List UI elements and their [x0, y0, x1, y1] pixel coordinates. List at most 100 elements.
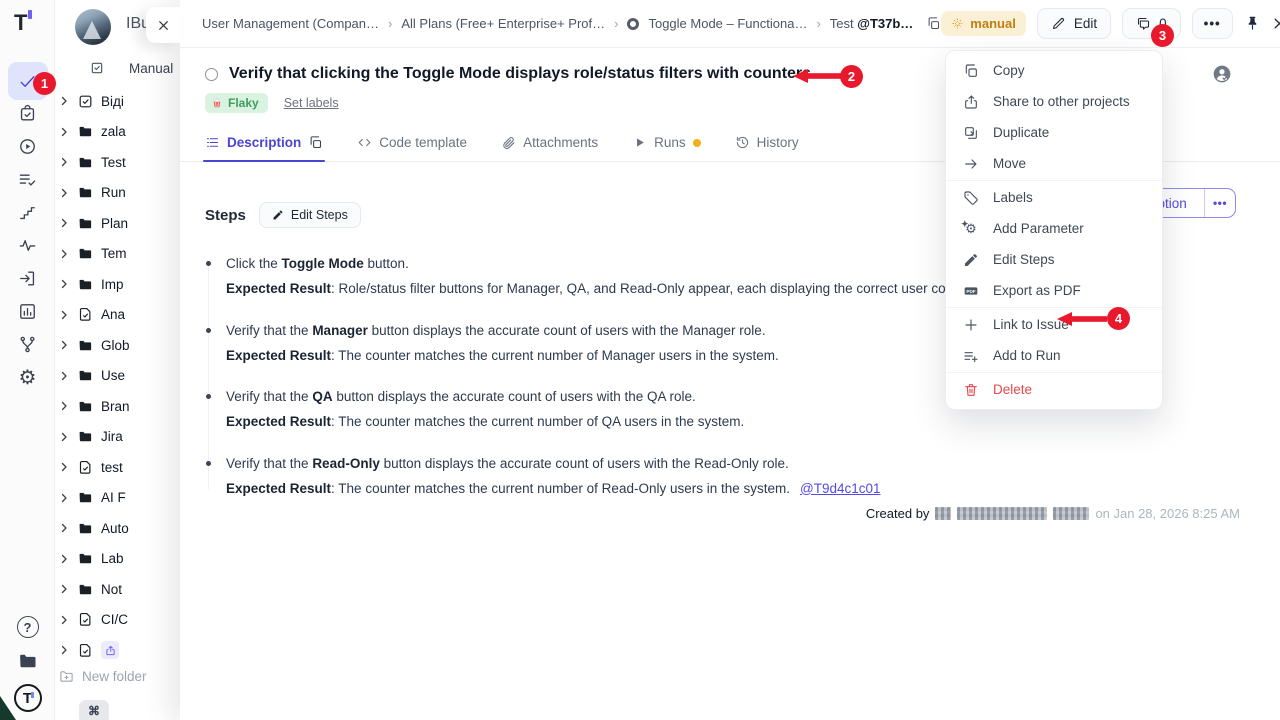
chevron-right-icon[interactable]	[58, 400, 70, 412]
tree-item[interactable]: Not	[55, 574, 180, 605]
chevron-right-icon[interactable]	[58, 248, 70, 260]
tree-item[interactable]: zala	[55, 117, 180, 148]
assignee-icon[interactable]	[1212, 64, 1232, 84]
tree-item[interactable]: AI F	[55, 483, 180, 514]
breadcrumb-plan[interactable]: All Plans (Free+ Enterprise+ Prof…	[401, 16, 605, 31]
tab-code-template[interactable]: Code template	[357, 135, 467, 161]
copy-icon[interactable]	[308, 135, 323, 150]
panel-collapse-button[interactable]	[146, 7, 180, 43]
menu-item-add-parameter[interactable]: ⚙✦ Add Parameter	[946, 213, 1162, 244]
chevron-right-icon[interactable]	[58, 553, 70, 565]
chevron-right-icon[interactable]	[58, 644, 70, 656]
flaky-badge[interactable]: Flaky	[205, 93, 268, 113]
breadcrumb-test[interactable]: Test @T37b…	[830, 16, 914, 31]
tree-item[interactable]: Use	[55, 361, 180, 392]
pin-button[interactable]	[1244, 15, 1261, 32]
tree-item[interactable]: Imp	[55, 269, 180, 300]
rail-item-analytics[interactable]	[8, 295, 48, 328]
tree-item[interactable]	[55, 635, 180, 666]
rail-item-milestones[interactable]	[8, 196, 48, 229]
chevron-right-icon[interactable]	[58, 583, 70, 595]
trash-icon	[963, 382, 979, 398]
rail-item-run-list[interactable]	[8, 163, 48, 196]
task-icon	[78, 94, 93, 109]
chevron-right-icon[interactable]	[58, 492, 70, 504]
tree-item[interactable]: Glob	[55, 330, 180, 361]
chevron-right-icon[interactable]	[58, 339, 70, 351]
tab-attachments[interactable]: Attachments	[501, 135, 598, 161]
breadcrumb-project[interactable]: User Management (Compan…	[202, 16, 379, 31]
tree-item[interactable]: CI/C	[55, 605, 180, 636]
tree-item[interactable]: Run	[55, 178, 180, 209]
chevron-right-icon[interactable]	[58, 614, 70, 626]
tree-item[interactable]: Віді	[55, 86, 180, 117]
menu-item-duplicate[interactable]: Duplicate	[946, 117, 1162, 148]
rail-item-settings[interactable]: ⚙	[8, 361, 48, 394]
help-button[interactable]: ?	[17, 616, 39, 638]
tab-history[interactable]: History	[735, 135, 799, 161]
rail-item-import[interactable]	[8, 262, 48, 295]
menu-item-labels[interactable]: Labels	[946, 182, 1162, 213]
chevron-right-icon[interactable]	[58, 309, 70, 321]
menu-item-edit-steps[interactable]: Edit Steps	[946, 244, 1162, 275]
gear-plus-icon: ⚙✦	[963, 221, 979, 237]
tree-item[interactable]: Tem	[55, 239, 180, 270]
more-actions-button[interactable]: •••	[1192, 8, 1233, 39]
tab-description[interactable]: Description	[205, 135, 323, 161]
folder-icon	[78, 185, 93, 200]
tree-item[interactable]: Bran	[55, 391, 180, 422]
menu-item-link-to-issue[interactable]: Link to Issue	[946, 309, 1162, 340]
select-all-icon[interactable]	[89, 60, 105, 76]
edit-button[interactable]: Edit	[1037, 8, 1111, 39]
tab-runs[interactable]: Runs	[632, 135, 701, 161]
app-rail: T ⚙ ? T	[0, 0, 55, 720]
rail-item-test-plans[interactable]	[8, 97, 48, 130]
new-folder-button[interactable]: New folder	[55, 669, 180, 684]
chevron-right-icon[interactable]	[58, 461, 70, 473]
tree-item[interactable]: test	[55, 452, 180, 483]
brand-logo-button[interactable]: T	[14, 684, 42, 712]
rail-item-pulse[interactable]	[8, 229, 48, 262]
menu-item-copy[interactable]: Copy	[946, 55, 1162, 86]
chevron-right-icon[interactable]	[58, 522, 70, 534]
chevron-right-icon[interactable]	[58, 278, 70, 290]
folder-icon	[78, 124, 93, 139]
rail-item-runs[interactable]	[8, 130, 48, 163]
chevron-right-icon[interactable]	[58, 217, 70, 229]
chevron-right-icon[interactable]	[58, 370, 70, 382]
chevron-right-icon[interactable]	[58, 95, 70, 107]
workspace-avatar[interactable]	[75, 9, 111, 45]
manual-badge: manual	[941, 11, 1026, 36]
chevron-right-icon[interactable]	[58, 156, 70, 168]
chevron-right-icon[interactable]	[58, 126, 70, 138]
menu-item-delete[interactable]: Delete	[946, 374, 1162, 405]
chevron-right-icon[interactable]	[58, 187, 70, 199]
history-icon	[735, 135, 750, 150]
tree-item[interactable]: Test	[55, 147, 180, 178]
tree-item[interactable]: Auto	[55, 513, 180, 544]
menu-item-share[interactable]: Share to other projects	[946, 86, 1162, 117]
projects-folder-icon[interactable]	[18, 651, 38, 671]
test-status-icon[interactable]	[205, 68, 218, 81]
tree-item[interactable]: Jira	[55, 422, 180, 453]
menu-item-export-pdf[interactable]: PDF Export as PDF	[946, 275, 1162, 306]
chevron-right-icon[interactable]	[58, 431, 70, 443]
copy-id-button[interactable]	[926, 16, 941, 31]
menu-item-add-to-run[interactable]: Add to Run	[946, 340, 1162, 371]
tree-item[interactable]: Lab	[55, 544, 180, 575]
code-icon	[357, 135, 372, 150]
edit-steps-button[interactable]: Edit Steps	[259, 202, 361, 228]
rail-item-branches[interactable]	[8, 328, 48, 361]
edit-description-more-button[interactable]: •••	[1205, 189, 1235, 217]
linked-test-link[interactable]: @T9d4c1c01	[800, 481, 881, 496]
set-labels-link[interactable]: Set labels	[284, 96, 339, 110]
breadcrumb-suite[interactable]: Toggle Mode – Functiona…	[648, 16, 807, 31]
shortcut-badge[interactable]: ⌘	[79, 700, 109, 720]
tree-item[interactable]: Plan	[55, 208, 180, 239]
close-panel-button[interactable]	[1272, 16, 1280, 31]
shared-icon	[101, 641, 119, 659]
menu-item-move[interactable]: Move	[946, 148, 1162, 179]
tree-item[interactable]: Ana	[55, 300, 180, 331]
gear-icon: ⚙	[19, 368, 37, 388]
runs-indicator-dot	[693, 139, 701, 147]
